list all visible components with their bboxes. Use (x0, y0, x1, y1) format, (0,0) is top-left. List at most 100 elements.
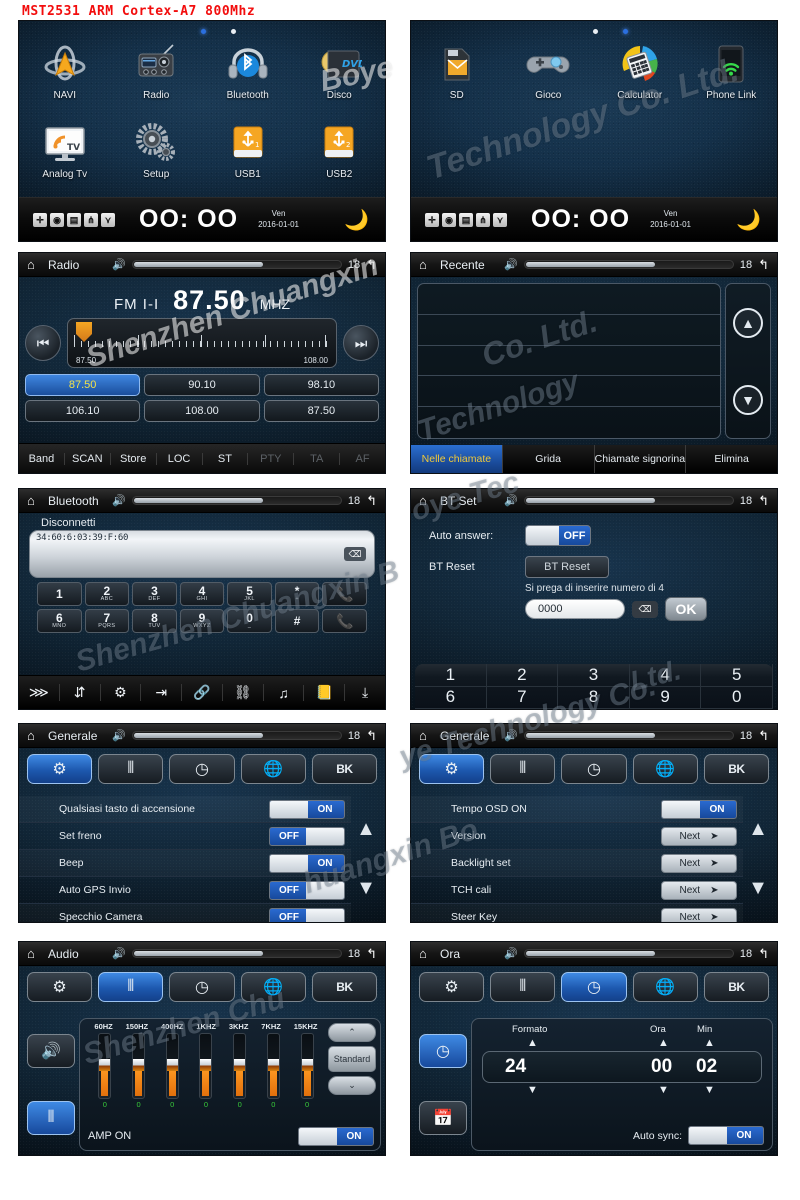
key-9[interactable]: 9 WXYZ (179, 609, 225, 633)
setting-row[interactable]: Specchio Camera OFF (19, 904, 351, 922)
eq-knob[interactable] (301, 1058, 313, 1071)
eq-knob[interactable] (99, 1058, 111, 1071)
eq-slider[interactable]: 0 (98, 1033, 112, 1109)
min-up-icon[interactable]: ▲ (704, 1037, 715, 1049)
home-icon[interactable]: ⌂ (419, 493, 434, 508)
eq-track[interactable] (266, 1033, 280, 1099)
list-item[interactable] (418, 284, 720, 315)
setting-toggle[interactable]: OFF (269, 880, 345, 900)
app-usb1[interactable]: 1 USB1 (202, 116, 294, 180)
sync-download-icon[interactable]: ⤓ (345, 684, 385, 701)
calendar-icon[interactable]: 📅 (419, 1100, 467, 1135)
volume-slider[interactable] (131, 496, 342, 505)
setting-row[interactable]: Auto GPS Invio OFF (19, 877, 351, 904)
back-icon[interactable]: ↰ (366, 493, 377, 509)
link-icon[interactable]: ⋎ (493, 212, 507, 227)
backspace-icon[interactable]: ⌫ (632, 600, 658, 618)
power-icon[interactable]: ◉ (442, 212, 456, 227)
app-disco[interactable]: DVD Disco (294, 37, 386, 101)
min-down-icon[interactable]: ▼ (704, 1084, 715, 1096)
loc-button[interactable]: LOC (157, 452, 203, 465)
power-icon[interactable]: ◉ (50, 212, 64, 227)
scroll-down-icon[interactable]: ⌄ (328, 1076, 376, 1095)
band-button[interactable]: Band (19, 452, 65, 465)
eq-track[interactable] (300, 1033, 314, 1099)
eq-track[interactable] (165, 1033, 179, 1099)
volume-slider[interactable] (131, 949, 342, 958)
eq-knob[interactable] (133, 1058, 145, 1071)
volume-slider[interactable] (523, 260, 734, 269)
tab-audio[interactable]: ⦀ (98, 754, 164, 784)
volume-slider[interactable] (523, 949, 734, 958)
list-icon[interactable]: ▤ (67, 212, 81, 227)
tab-chiamate-signorina[interactable]: Chiamate signorina (595, 445, 687, 473)
eq-track[interactable] (199, 1033, 213, 1099)
tab-audio[interactable]: ⦀ (490, 972, 556, 1002)
next-button[interactable]: Next ➤ (661, 880, 737, 900)
home-icon[interactable]: ⌂ (27, 493, 42, 508)
speaker-icon[interactable]: 🔊 (112, 258, 126, 271)
app-sd[interactable]: SD (411, 37, 503, 101)
volume-slider[interactable] (131, 260, 342, 269)
key-3[interactable]: 3 DEF (132, 582, 177, 606)
auto-sync-toggle[interactable]: ON (688, 1126, 764, 1145)
tune-prev-button[interactable]: ⏮ (25, 325, 61, 361)
keypad-key[interactable]: 3 (558, 664, 630, 687)
keypad-key[interactable]: 2 (486, 664, 559, 687)
tab-general[interactable]: ⚙ (419, 972, 485, 1002)
eq-slider[interactable]: 0 (300, 1033, 314, 1109)
list-item[interactable] (418, 315, 720, 346)
list-item[interactable] (418, 407, 720, 438)
next-button[interactable]: Next ➤ (661, 826, 737, 846)
tab-time[interactable]: ◷ (169, 754, 235, 784)
setting-row[interactable]: Version Next ➤ (411, 823, 743, 850)
tab-language[interactable]: 🌐 (632, 754, 698, 784)
scroll-down-icon[interactable]: ▼ (356, 877, 376, 900)
app-bluetooth[interactable]: Bluetooth (202, 37, 294, 101)
key-5[interactable]: 5 JKL (227, 582, 272, 606)
backspace-icon[interactable]: ⌫ (344, 547, 366, 561)
speaker-icon[interactable]: 🔊 (504, 947, 518, 960)
tab-time[interactable]: ◷ (561, 754, 627, 784)
setting-row[interactable]: Set freno OFF (19, 823, 351, 850)
speaker-icon[interactable]: 🔊 (112, 494, 126, 507)
setting-toggle[interactable]: OFF (269, 907, 345, 922)
auto-answer-toggle[interactable]: OFF (525, 525, 591, 546)
key-8[interactable]: 8 TUV (132, 609, 177, 633)
format-down-icon[interactable]: ▼ (527, 1084, 538, 1096)
keypad-key[interactable]: 1 (415, 664, 487, 687)
key-2[interactable]: 2 ABC (84, 582, 130, 606)
bluetooth-icon[interactable]: ✛ (33, 212, 47, 227)
setting-row[interactable]: Beep ON (19, 850, 351, 877)
setting-toggle[interactable]: ON (661, 799, 737, 819)
tab-language[interactable]: 🌐 (240, 972, 306, 1002)
back-icon[interactable]: ↰ (366, 257, 377, 273)
home-icon[interactable]: ⌂ (27, 257, 42, 272)
af-button[interactable]: AF (340, 453, 385, 465)
eq-track[interactable] (233, 1033, 247, 1099)
pin-input[interactable]: 0000 (525, 599, 625, 619)
eq-track[interactable] (98, 1033, 112, 1099)
scroll-down-icon[interactable]: ▼ (733, 384, 763, 415)
eq-knob[interactable] (267, 1058, 279, 1071)
bt-settings-icon[interactable]: ⚙ (101, 684, 142, 701)
setting-row[interactable]: TCH cali Next ➤ (411, 877, 743, 904)
speaker-icon[interactable]: 🔊 (27, 1034, 75, 1069)
keypad-key[interactable]: 6 (415, 686, 487, 709)
preset-button[interactable]: 108.00 (144, 400, 260, 422)
eq-slider[interactable]: 0 (266, 1033, 280, 1109)
app-navi[interactable]: NAVI (19, 37, 111, 101)
tab-bk[interactable]: BK (703, 754, 770, 784)
speaker-icon[interactable]: 🔊 (504, 494, 518, 507)
tab-bk[interactable]: BK (311, 754, 378, 784)
speaker-icon[interactable]: 🔊 (504, 258, 518, 271)
home-icon[interactable]: ⌂ (419, 257, 434, 272)
volume-slider[interactable] (523, 496, 734, 505)
frequency-scale[interactable]: 87.50 108.00 (67, 318, 337, 368)
home-icon[interactable]: ⌂ (419, 946, 434, 961)
volume-slider[interactable] (523, 731, 734, 740)
call-list[interactable] (417, 283, 721, 439)
ok-button[interactable]: OK (665, 597, 707, 621)
keypad-key[interactable]: 9 (629, 686, 702, 709)
phonebook-icon[interactable]: 📒 (304, 684, 346, 701)
